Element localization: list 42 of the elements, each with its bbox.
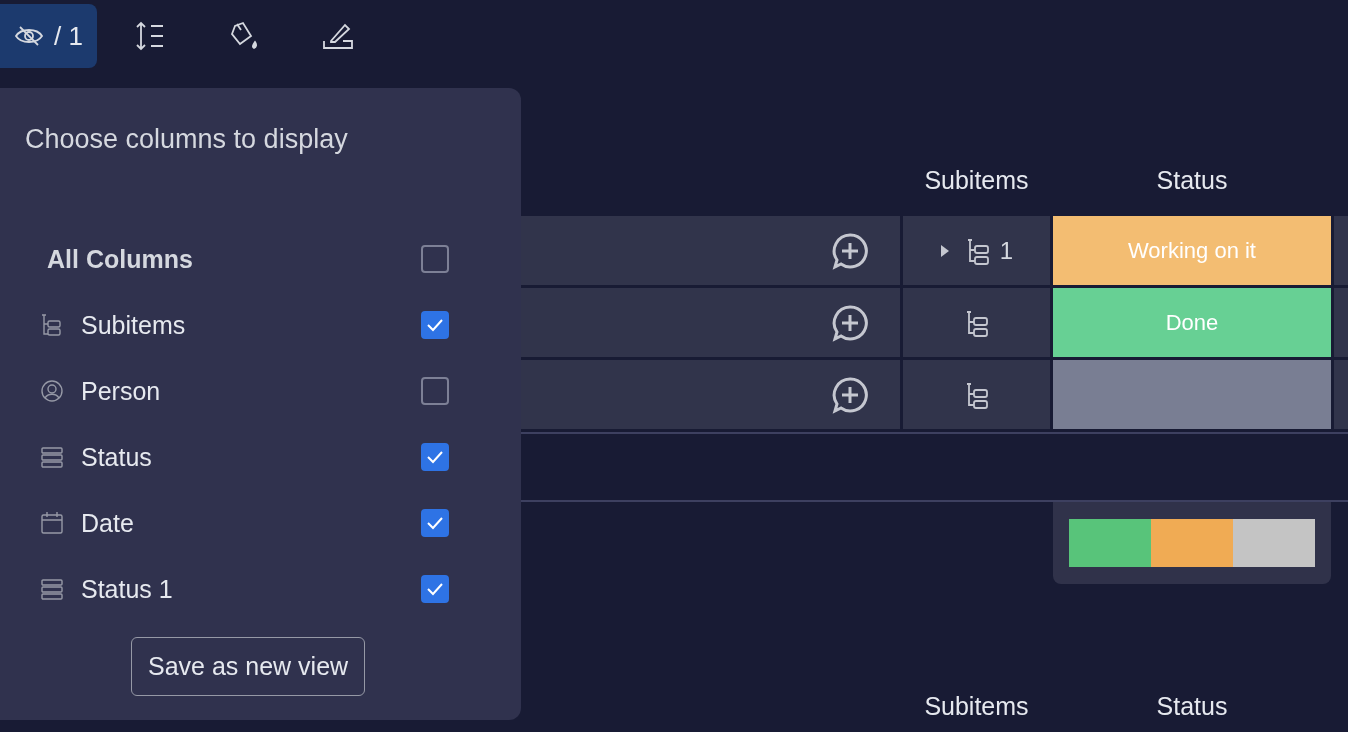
column-header: Status [1155, 165, 1229, 195]
column-option-label: Person [81, 376, 162, 406]
column-option-label: Subitems [81, 310, 187, 340]
column-option-label: Status 1 [81, 574, 174, 604]
column-option-label: Date [81, 508, 135, 538]
checkmark-icon [425, 515, 445, 531]
column-option-label: Status [81, 442, 153, 472]
subitems-cell[interactable]: 1 [903, 216, 1050, 285]
checkbox[interactable] [421, 377, 449, 405]
subitems-count: 1 [999, 236, 1014, 265]
hidden-columns-button[interactable]: / 1 [0, 4, 97, 68]
status-icon [40, 445, 64, 469]
pencil-icon [320, 21, 355, 51]
expand-arrow-icon[interactable] [939, 242, 950, 259]
table-cell [1334, 360, 1348, 429]
eye-off-icon [14, 24, 44, 48]
checkmark-icon [425, 449, 445, 465]
column-header: Status [1155, 691, 1229, 721]
popup-title: Choose columns to display [25, 124, 349, 155]
person-icon [40, 379, 64, 403]
column-header: Subitems [923, 691, 1030, 721]
checkbox[interactable] [421, 245, 449, 273]
checkbox[interactable] [421, 311, 449, 339]
subitems-cell[interactable] [903, 288, 1050, 357]
checkbox[interactable] [421, 443, 449, 471]
table-cell [1334, 216, 1348, 285]
calendar-icon [40, 511, 64, 535]
status-cell[interactable] [1053, 360, 1331, 429]
all-columns-label: All Columns [46, 244, 194, 274]
checkmark-icon [425, 581, 445, 597]
column-header: Subitems [923, 165, 1030, 195]
add-update-icon[interactable] [830, 375, 870, 414]
add-update-icon[interactable] [830, 303, 870, 342]
checkbox[interactable] [421, 575, 449, 603]
save-as-new-view-button[interactable]: Save as new view [131, 637, 366, 696]
checkbox[interactable] [421, 509, 449, 537]
subitems-icon [40, 313, 64, 337]
add-update-icon[interactable] [830, 231, 870, 270]
table-cell [1334, 288, 1348, 357]
subitems-cell[interactable] [903, 360, 1050, 429]
status-icon [40, 577, 64, 601]
checkmark-icon [425, 317, 445, 333]
